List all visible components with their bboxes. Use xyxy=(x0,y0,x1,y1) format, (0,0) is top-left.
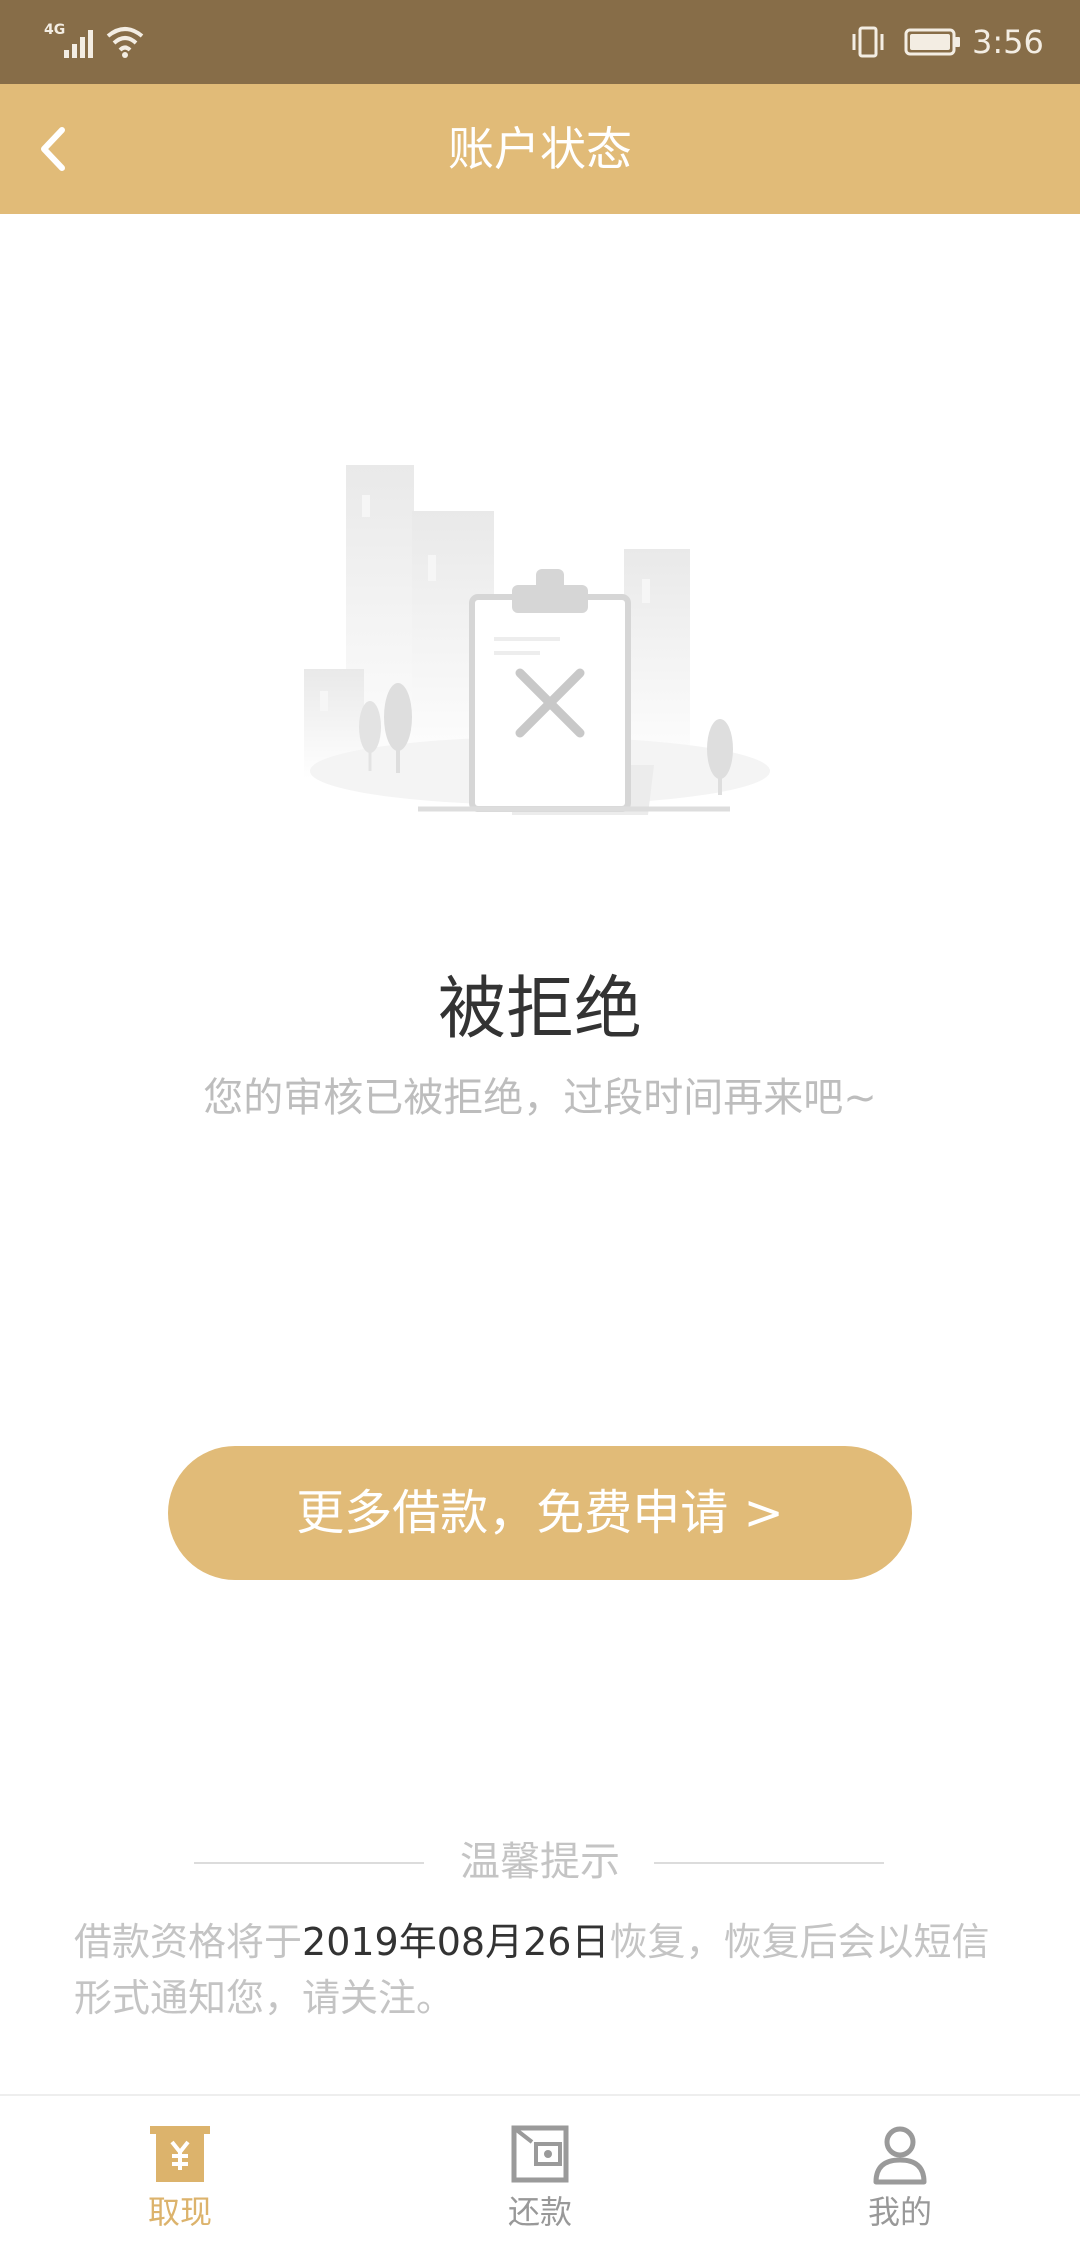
tips-divider-left xyxy=(194,1862,424,1864)
apply-button[interactable]: 更多借款，免费申请 > xyxy=(168,1446,912,1580)
nav-label-repay: 还款 xyxy=(507,2193,572,2231)
vibrate-icon xyxy=(852,26,884,58)
battery-icon xyxy=(904,28,960,56)
restore-date: 2019年08月26日 xyxy=(302,1920,610,1964)
tips-text: 借款资格将于2019年08月26日恢复，恢复后会以短信形式通知您，请关注。 xyxy=(74,1914,1014,2026)
status-heading: 被拒绝 xyxy=(437,970,642,1049)
tips-divider-right xyxy=(654,1862,884,1864)
status-bar: 4G 3:56 xyxy=(0,0,1080,84)
nav-label-withdraw: 取现 xyxy=(147,2193,212,2231)
status-description: 您的审核已被拒绝，过段时间再来吧~ xyxy=(203,1075,877,1121)
page-title: 账户状态 xyxy=(448,122,632,176)
profile-icon xyxy=(873,2126,927,2185)
rejected-illustration xyxy=(304,465,770,815)
withdraw-icon xyxy=(150,2126,210,2182)
nav-label-mine: 我的 xyxy=(867,2193,932,2231)
bottom-nav: 取现 还款 我的 xyxy=(0,2094,1080,2244)
account-status-page: 4G 3:56 账户状态 被拒绝 您的审核已被拒绝，过段时间再来吧~ 更多借款，… xyxy=(0,0,1080,2244)
header-bar: 账户状态 xyxy=(0,84,1080,214)
wallet-icon xyxy=(511,2125,569,2183)
back-icon[interactable] xyxy=(20,114,90,184)
tips-title: 温馨提示 xyxy=(460,1839,620,1885)
wifi-icon xyxy=(106,27,144,58)
nav-item-withdraw[interactable]: 取现 xyxy=(80,2096,280,2244)
nav-item-mine[interactable]: 我的 xyxy=(800,2096,1000,2244)
tips-text-before: 借款资格将于 xyxy=(74,1920,303,1964)
nav-item-repay[interactable]: 还款 xyxy=(440,2096,640,2244)
signal-icon xyxy=(64,30,93,58)
clock: 3:56 xyxy=(972,23,1044,61)
